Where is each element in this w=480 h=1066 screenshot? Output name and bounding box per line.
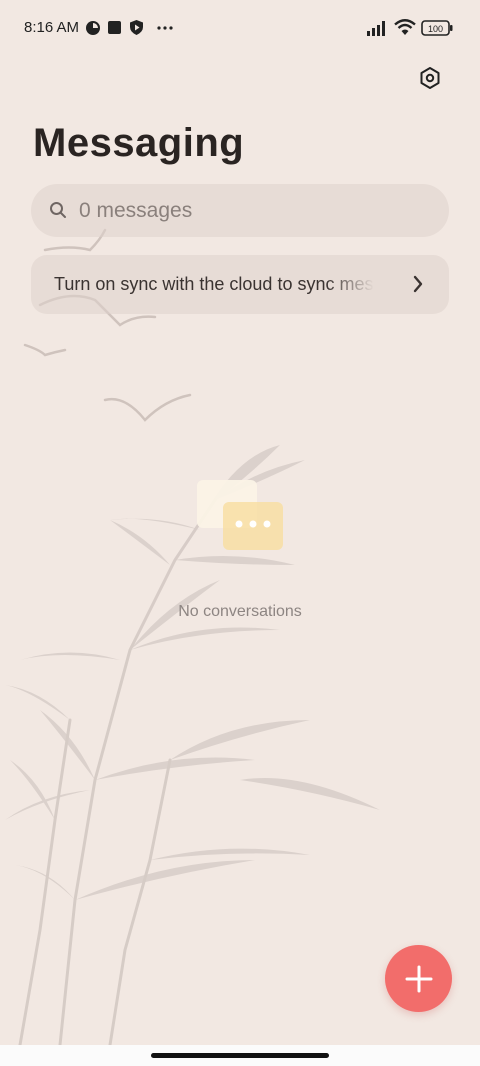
- search-placeholder: 0 messages: [79, 199, 193, 222]
- status-bar: 8:16 AM 100: [0, 0, 480, 56]
- more-dots-icon: [157, 26, 173, 30]
- stop-icon: [108, 21, 121, 34]
- status-time: 8:16 AM: [24, 19, 80, 36]
- chat-bubbles-icon: [197, 480, 283, 550]
- home-indicator[interactable]: [151, 1053, 329, 1058]
- sync-banner[interactable]: Turn on sync with the cloud to sync mess…: [31, 255, 449, 314]
- plus-icon: [405, 965, 432, 992]
- data-saver-icon: [86, 21, 100, 35]
- battery-level: 100: [428, 24, 443, 34]
- sync-banner-text: Turn on sync with the cloud to sync mess…: [54, 274, 374, 294]
- settings-button[interactable]: [412, 60, 448, 96]
- search-icon: [50, 202, 66, 218]
- search-input[interactable]: 0 messages: [31, 184, 449, 237]
- page-title: Messaging: [33, 121, 245, 165]
- wifi-icon: [394, 19, 416, 35]
- battery-icon: 100: [421, 20, 453, 36]
- shield-play-icon: [130, 20, 143, 35]
- signal-icon: [367, 21, 385, 36]
- empty-state-text: No conversations: [178, 603, 302, 620]
- new-conversation-button[interactable]: [385, 945, 452, 1012]
- settings-hexagon-icon: [420, 67, 440, 89]
- chevron-right-icon: [413, 275, 423, 293]
